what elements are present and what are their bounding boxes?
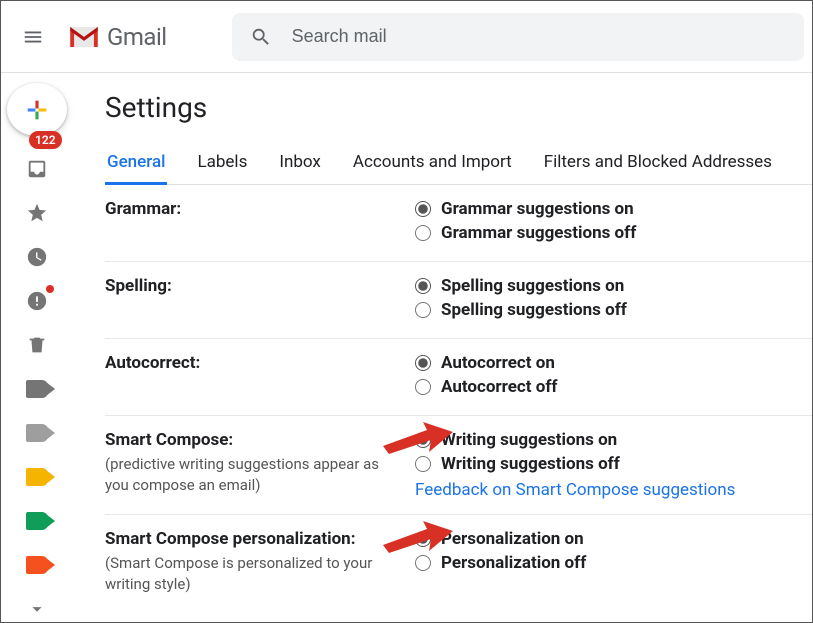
star-icon: [26, 202, 48, 224]
label-text: Smart Compose personalization:: [105, 529, 355, 549]
setting-label: Smart Compose: (predictive writing sugge…: [105, 430, 415, 496]
spelling-on-option[interactable]: Spelling suggestions on: [415, 276, 812, 296]
option-label: Personalization off: [441, 553, 586, 573]
plus-icon: [23, 96, 51, 124]
tab-accounts[interactable]: Accounts and Import: [351, 142, 514, 184]
tab-general[interactable]: General: [105, 142, 167, 185]
trash-icon: [26, 334, 48, 356]
grammar-on-option[interactable]: Grammar suggestions on: [415, 199, 812, 219]
gmail-icon: [67, 24, 101, 50]
option-label: Writing suggestions on: [441, 430, 617, 450]
radio-grammar-off[interactable]: [415, 225, 431, 241]
setting-spelling: Spelling: Spelling suggestions on Spelli…: [105, 262, 812, 339]
setting-smart-compose: Smart Compose: (predictive writing sugge…: [105, 416, 812, 515]
inbox-icon: [26, 158, 48, 180]
gmail-logo-text: Gmail: [107, 23, 167, 51]
setting-label: Autocorrect:: [105, 353, 415, 373]
main-menu-button[interactable]: [9, 13, 57, 61]
inbox-count-badge: 122: [29, 131, 62, 149]
sidebar-item-inbox[interactable]: 122: [17, 156, 57, 182]
setting-autocorrect: Autocorrect: Autocorrect on Autocorrect …: [105, 339, 812, 416]
sidebar-item-important[interactable]: [17, 288, 57, 314]
setting-label: Smart Compose personalization: (Smart Co…: [105, 529, 415, 595]
main-content: Settings General Labels Inbox Accounts a…: [73, 73, 812, 622]
option-label: Autocorrect off: [441, 377, 558, 397]
smart-compose-feedback-link[interactable]: Feedback on Smart Compose suggestions: [415, 480, 735, 500]
tab-labels[interactable]: Labels: [195, 142, 249, 184]
page-title: Settings: [105, 91, 812, 124]
option-label: Grammar suggestions off: [441, 223, 636, 243]
grammar-off-option[interactable]: Grammar suggestions off: [415, 223, 812, 243]
sidebar-label-3[interactable]: [17, 464, 57, 490]
tab-inbox[interactable]: Inbox: [277, 142, 323, 184]
spelling-off-option[interactable]: Spelling suggestions off: [415, 300, 812, 320]
setting-smart-personalization: Smart Compose personalization: (Smart Co…: [105, 515, 812, 606]
sidebar-expand[interactable]: [17, 596, 57, 622]
setting-label: Spelling:: [105, 276, 415, 296]
gmail-logo[interactable]: Gmail: [67, 23, 167, 51]
hamburger-icon: [22, 26, 44, 48]
compose-button[interactable]: [7, 83, 67, 136]
clock-icon: [26, 246, 48, 268]
option-label: Grammar suggestions on: [441, 199, 634, 219]
sidebar-label-2[interactable]: [17, 420, 57, 446]
personalization-off-option[interactable]: Personalization off: [415, 553, 812, 573]
tab-filters[interactable]: Filters and Blocked Addresses: [542, 142, 774, 184]
search-bar[interactable]: [232, 13, 804, 61]
sidebar-item-trash[interactable]: [17, 332, 57, 358]
settings-tabs: General Labels Inbox Accounts and Import…: [105, 142, 812, 185]
radio-spelling-off[interactable]: [415, 302, 431, 318]
chevron-down-icon: [26, 598, 48, 620]
radio-sc-on[interactable]: [415, 432, 431, 448]
radio-grammar-on[interactable]: [415, 201, 431, 217]
option-label: Spelling suggestions off: [441, 300, 627, 320]
setting-label: Grammar:: [105, 199, 415, 219]
label-sub: (Smart Compose is personalized to your w…: [105, 553, 403, 595]
label-sub: (predictive writing suggestions appear a…: [105, 454, 403, 496]
sidebar-label-1[interactable]: [17, 376, 57, 402]
radio-scp-off[interactable]: [415, 555, 431, 571]
alert-dot-icon: [46, 285, 54, 293]
autocorrect-on-option[interactable]: Autocorrect on: [415, 353, 812, 373]
search-icon: [250, 26, 272, 48]
option-label: Autocorrect on: [441, 353, 555, 373]
radio-autocorrect-on[interactable]: [415, 355, 431, 371]
important-icon: [26, 290, 48, 312]
smart-compose-on-option[interactable]: Writing suggestions on: [415, 430, 812, 450]
sidebar-label-4[interactable]: [17, 508, 57, 534]
setting-grammar: Grammar: Grammar suggestions on Grammar …: [105, 185, 812, 262]
radio-scp-on[interactable]: [415, 531, 431, 547]
sidebar-label-5[interactable]: [17, 552, 57, 578]
autocorrect-off-option[interactable]: Autocorrect off: [415, 377, 812, 397]
radio-autocorrect-off[interactable]: [415, 379, 431, 395]
sidebar-item-starred[interactable]: [17, 200, 57, 226]
radio-sc-off[interactable]: [415, 456, 431, 472]
smart-compose-off-option[interactable]: Writing suggestions off: [415, 454, 812, 474]
search-input[interactable]: [292, 26, 786, 47]
option-label: Writing suggestions off: [441, 454, 620, 474]
option-label: Spelling suggestions on: [441, 276, 624, 296]
radio-spelling-on[interactable]: [415, 278, 431, 294]
personalization-on-option[interactable]: Personalization on: [415, 529, 812, 549]
sidebar: 122: [1, 73, 73, 622]
label-text: Smart Compose:: [105, 430, 233, 450]
app-header: Gmail: [1, 1, 812, 73]
option-label: Personalization on: [441, 529, 584, 549]
sidebar-item-snoozed[interactable]: [17, 244, 57, 270]
